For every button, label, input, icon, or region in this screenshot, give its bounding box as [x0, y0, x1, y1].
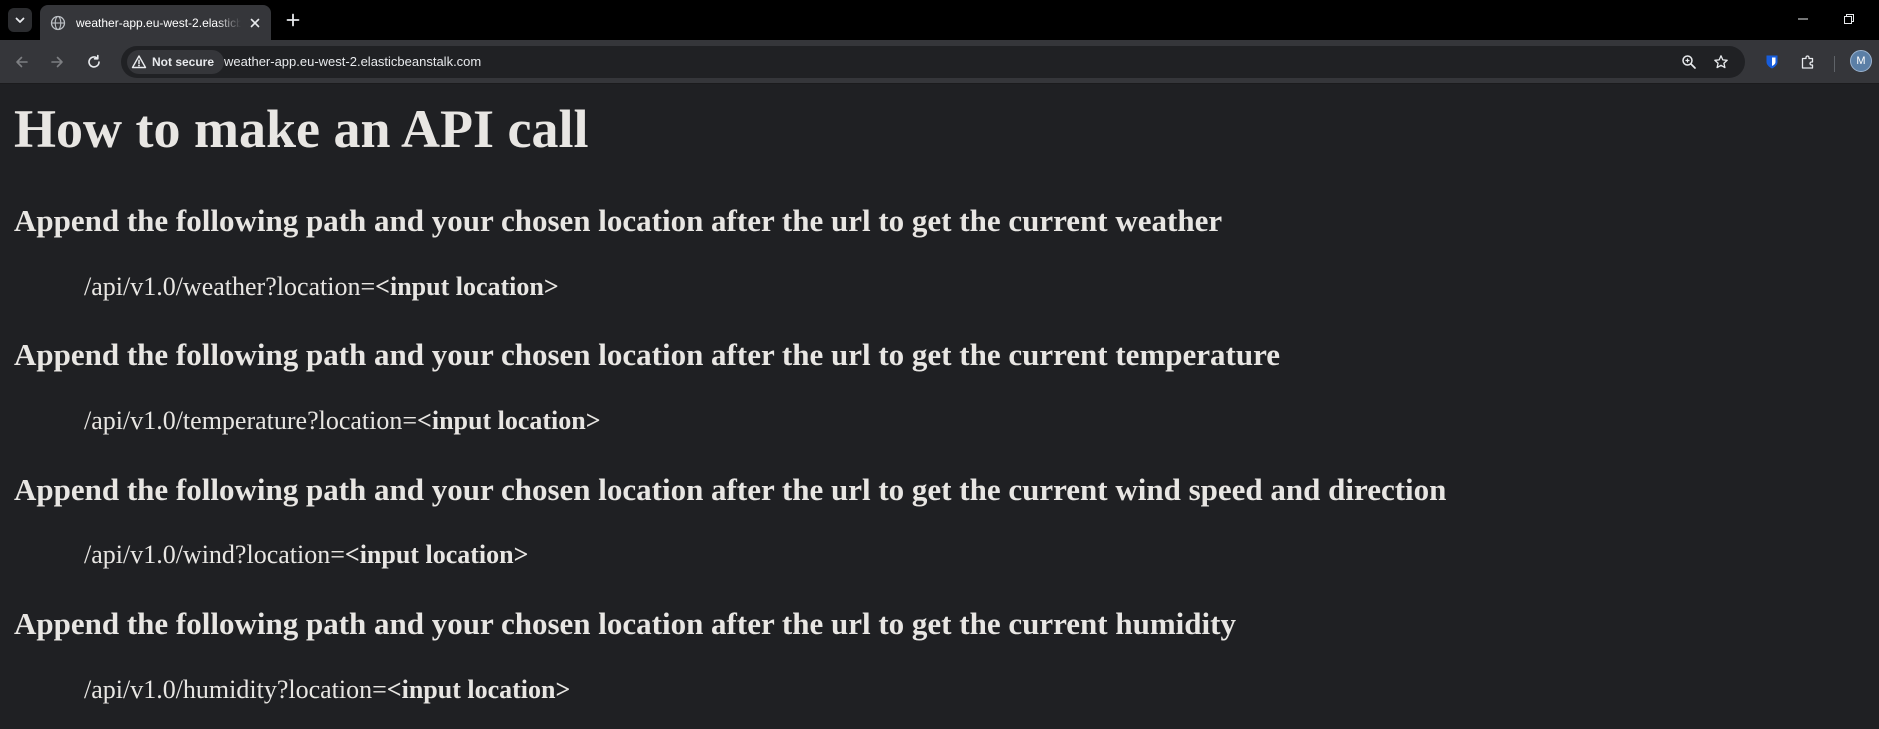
security-label: Not secure [152, 55, 215, 69]
password-manager-button[interactable] [1760, 50, 1784, 74]
endpoint-path: /api/v1.0/weather?location= [84, 272, 376, 301]
close-icon[interactable] [247, 15, 263, 31]
security-indicator[interactable]: Not secure [127, 50, 225, 74]
tab-title: weather-app.eu-west-2.elasticbeanstalk.c… [76, 15, 242, 30]
browser-toolbar: Not secure weather-app.eu-west-2.elastic… [0, 40, 1879, 84]
endpoint-placeholder: <input location> [417, 406, 601, 435]
endpoint-temperature: /api/v1.0/temperature?location=<input lo… [84, 408, 601, 434]
section-heading-wind: Append the following path and your chose… [14, 472, 1447, 507]
extensions-button[interactable] [1796, 50, 1820, 74]
endpoint-placeholder: <input location> [344, 540, 529, 569]
minimize-button[interactable] [1780, 0, 1826, 38]
url-text[interactable]: weather-app.eu-west-2.elasticbeanstalk.c… [224, 54, 481, 69]
globe-icon [50, 15, 66, 31]
section-heading-temperature: Append the following path and your chose… [14, 337, 1281, 372]
page-content: How to make an API call Append the follo… [0, 84, 1879, 729]
active-tab[interactable]: weather-app.eu-west-2.elasticbeanstalk.c… [40, 5, 271, 40]
address-bar[interactable]: Not secure weather-app.eu-west-2.elastic… [121, 46, 1745, 78]
endpoint-placeholder: <input location> [375, 272, 559, 301]
new-tab-button[interactable] [281, 8, 305, 32]
endpoint-weather: /api/v1.0/weather?location=<input locati… [84, 274, 559, 300]
page-title: How to make an API call [14, 99, 589, 159]
restore-button[interactable] [1826, 0, 1872, 38]
forward-button[interactable] [45, 50, 69, 74]
endpoint-placeholder: <input location> [386, 675, 571, 704]
restore-icon [1844, 14, 1854, 24]
tab-search-button[interactable] [8, 8, 32, 32]
section-heading-weather: Append the following path and your chose… [14, 203, 1223, 238]
endpoint-path: /api/v1.0/temperature?location= [84, 406, 418, 435]
reload-icon [88, 54, 100, 68]
arrow-left-icon [16, 56, 28, 68]
toolbar-divider [1834, 56, 1835, 72]
plus-icon [286, 13, 300, 27]
endpoint-humidity: /api/v1.0/humidity?location=<input locat… [84, 677, 570, 703]
tab-strip: weather-app.eu-west-2.elasticbeanstalk.c… [0, 0, 1879, 40]
chevron-down-icon [15, 17, 25, 23]
shield-icon [1766, 55, 1778, 69]
reload-button[interactable] [82, 50, 106, 74]
star-icon[interactable] [1711, 52, 1731, 72]
puzzle-icon [1801, 55, 1814, 69]
endpoint-wind: /api/v1.0/wind?location=<input location> [84, 542, 528, 568]
arrow-right-icon [51, 56, 63, 68]
back-button[interactable] [10, 50, 34, 74]
warning-triangle-icon [131, 55, 147, 69]
zoom-icon[interactable] [1679, 52, 1699, 72]
minimize-icon [1798, 18, 1808, 20]
profile-avatar[interactable]: M [1850, 50, 1872, 72]
endpoint-path: /api/v1.0/humidity?location= [84, 675, 387, 704]
endpoint-path: /api/v1.0/wind?location= [84, 540, 345, 569]
section-heading-humidity: Append the following path and your chose… [14, 606, 1236, 641]
